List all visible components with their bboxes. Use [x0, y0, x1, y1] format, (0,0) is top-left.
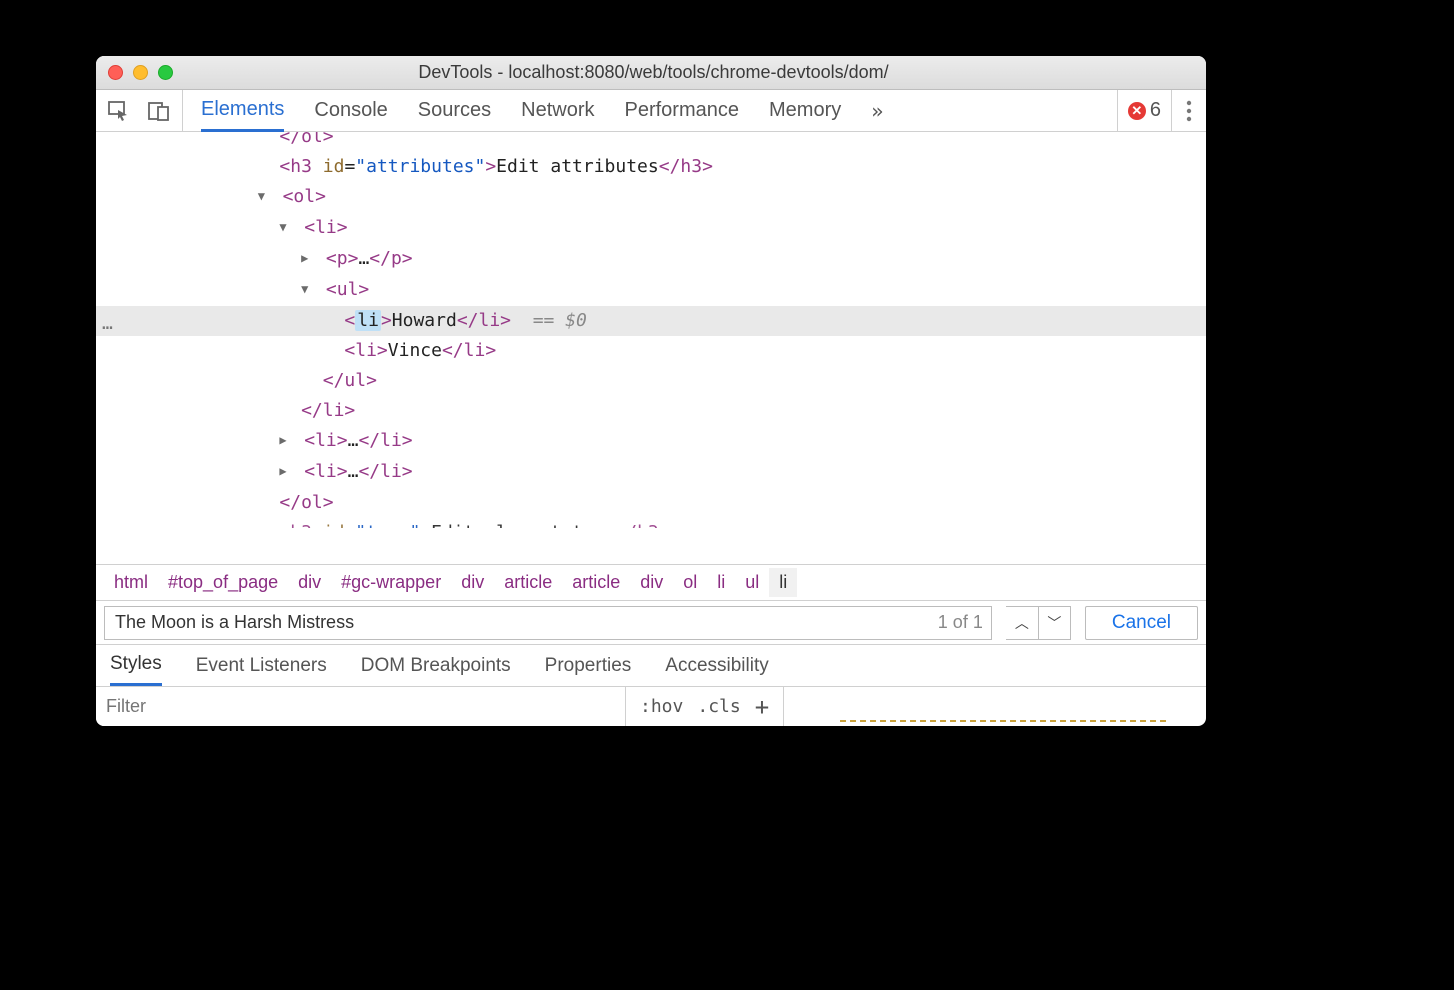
toggle-hov-button[interactable]: :hov — [640, 696, 683, 717]
dom-row-cutoff-bottom: <h3 id="type">Edit element type</h3> — [96, 518, 1206, 528]
dom-row[interactable]: <li>…</li> — [96, 426, 1206, 457]
subtab-dom-breakpoints[interactable]: DOM Breakpoints — [361, 647, 511, 685]
traffic-lights — [108, 65, 173, 80]
find-bar: 1 of 1 ︿ ﹀ Cancel — [96, 600, 1206, 644]
breadcrumb-item[interactable]: div — [288, 568, 331, 597]
tab-elements[interactable]: Elements — [201, 90, 284, 132]
dom-row[interactable]: <h3 id="attributes">Edit attributes</h3> — [96, 152, 1206, 182]
dom-tree[interactable]: <li>…</li> </ol> <h3 id="attributes">Edi… — [96, 132, 1206, 564]
dom-row[interactable]: <li>…</li> — [96, 457, 1206, 488]
error-badge[interactable]: ✕ 6 — [1117, 90, 1171, 131]
dom-row[interactable]: <ol> — [96, 182, 1206, 213]
find-cancel-button[interactable]: Cancel — [1085, 606, 1198, 640]
breadcrumb-item[interactable]: div — [451, 568, 494, 597]
breadcrumb-item[interactable]: #gc-wrapper — [331, 568, 451, 597]
dom-row[interactable]: </ul> — [96, 366, 1206, 396]
subtab-properties[interactable]: Properties — [545, 647, 632, 685]
subtab-styles[interactable]: Styles — [110, 645, 162, 686]
titlebar: DevTools - localhost:8080/web/tools/chro… — [96, 56, 1206, 90]
find-input[interactable] — [105, 607, 930, 639]
dom-row[interactable]: <li> — [96, 213, 1206, 244]
zoom-window-button[interactable] — [158, 65, 173, 80]
tab-console[interactable]: Console — [314, 91, 387, 130]
breadcrumb-item[interactable]: #top_of_page — [158, 568, 288, 597]
dom-row[interactable]: <p>…</p> — [96, 244, 1206, 275]
breadcrumb-item[interactable]: li — [707, 568, 735, 597]
tab-network[interactable]: Network — [521, 91, 594, 130]
close-window-button[interactable] — [108, 65, 123, 80]
window-title: DevTools - localhost:8080/web/tools/chro… — [173, 62, 1134, 83]
find-next-button[interactable]: ﹀ — [1038, 607, 1070, 639]
styles-toolbar: :hov .cls + — [96, 686, 1206, 726]
dom-row-selected[interactable]: <li>Howard</li> == $0 — [96, 306, 1206, 336]
breadcrumb: html #top_of_page div #gc-wrapper div ar… — [96, 564, 1206, 600]
dom-row[interactable]: </ol> — [96, 132, 1206, 152]
sidebar-tabs: Styles Event Listeners DOM Breakpoints P… — [96, 644, 1206, 686]
breadcrumb-item[interactable]: ol — [673, 568, 707, 597]
devtools-window: DevTools - localhost:8080/web/tools/chro… — [96, 56, 1206, 726]
styles-filter-input[interactable] — [96, 687, 625, 726]
breadcrumb-item[interactable]: ul — [735, 568, 769, 597]
breadcrumb-item[interactable]: article — [494, 568, 562, 597]
elements-panel: <li>…</li> </ol> <h3 id="attributes">Edi… — [96, 132, 1206, 726]
find-nav: ︿ ﹀ — [1006, 606, 1071, 640]
settings-menu-button[interactable] — [1171, 90, 1206, 131]
tab-sources[interactable]: Sources — [418, 91, 491, 130]
tabs-overflow-button[interactable]: » — [871, 91, 883, 131]
dom-row[interactable]: <li>Vince</li> — [96, 336, 1206, 366]
tab-performance[interactable]: Performance — [625, 91, 740, 130]
breadcrumb-item[interactable]: div — [630, 568, 673, 597]
styles-quick-buttons: :hov .cls + — [626, 687, 784, 726]
device-toggle-icon[interactable] — [146, 99, 172, 123]
error-count: 6 — [1150, 99, 1161, 122]
inspect-element-icon[interactable] — [106, 99, 132, 123]
main-toolbar: Elements Console Sources Network Perform… — [96, 90, 1206, 132]
find-input-wrapper: 1 of 1 — [104, 606, 992, 640]
dom-row[interactable]: </ol> — [96, 488, 1206, 518]
dom-row[interactable]: </li> — [96, 396, 1206, 426]
styles-filter-wrapper — [96, 687, 626, 726]
toggle-cls-button[interactable]: .cls — [697, 696, 740, 717]
error-icon: ✕ — [1128, 102, 1146, 120]
find-match-count: 1 of 1 — [930, 612, 991, 633]
subtab-accessibility[interactable]: Accessibility — [665, 647, 768, 685]
breadcrumb-item-current[interactable]: li — [769, 568, 797, 597]
styles-content-area — [784, 687, 1206, 726]
panel-tabs: Elements Console Sources Network Perform… — [183, 90, 1117, 131]
new-style-rule-button[interactable]: + — [755, 695, 769, 719]
minimize-window-button[interactable] — [133, 65, 148, 80]
subtab-event-listeners[interactable]: Event Listeners — [196, 647, 327, 685]
find-prev-button[interactable]: ︿ — [1006, 607, 1038, 639]
tab-memory[interactable]: Memory — [769, 91, 841, 130]
dashed-outline — [840, 720, 1166, 724]
breadcrumb-item[interactable]: article — [562, 568, 630, 597]
breadcrumb-item[interactable]: html — [104, 568, 158, 597]
dom-row[interactable]: <ul> — [96, 275, 1206, 306]
toolbar-left-group — [96, 90, 183, 131]
